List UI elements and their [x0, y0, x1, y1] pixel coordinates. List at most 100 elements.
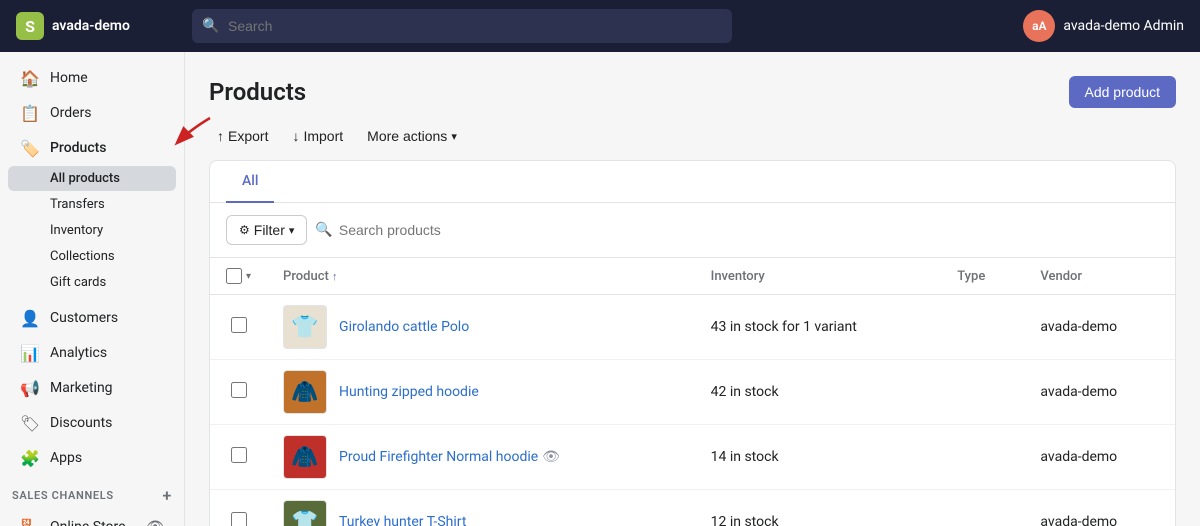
product-cell: 👕 Girolando cattle Polo — [267, 295, 695, 360]
search-area: 🔍 — [192, 9, 732, 43]
type-cell — [941, 490, 1024, 526]
type-cell — [941, 360, 1024, 425]
avatar[interactable]: aA — [1023, 10, 1055, 42]
product-thumbnail: 👕 — [283, 500, 327, 526]
product-thumbnail: 👕 — [283, 305, 327, 349]
row-checkbox[interactable] — [231, 382, 247, 398]
analytics-icon: 📊 — [20, 343, 40, 363]
sidebar-item-analytics-label: Analytics — [50, 345, 107, 361]
chevron-down-icon: ▾ — [451, 130, 457, 143]
more-actions-button[interactable]: More actions ▾ — [359, 124, 465, 148]
sidebar-item-gift-cards[interactable]: Gift cards — [8, 270, 176, 295]
row-checkbox[interactable] — [231, 447, 247, 463]
sidebar-item-orders[interactable]: 📋 Orders — [8, 96, 176, 130]
sidebar-item-all-products[interactable]: All products — [8, 166, 176, 191]
search-products-icon: 🔍 — [315, 222, 332, 238]
products-table: ▾ Product ↑ Inventory Type — [210, 258, 1175, 526]
export-button[interactable]: ↑ Export — [209, 124, 276, 148]
main-content: Products Add product ↑ Export ↓ Import M… — [185, 52, 1200, 526]
table-row: 🧥Hunting zipped hoodie42 in stockavada-d… — [210, 360, 1175, 425]
sidebar-item-products-label: Products — [50, 140, 107, 156]
tabs-row: All — [210, 161, 1175, 203]
add-product-button[interactable]: Add product — [1069, 76, 1177, 108]
gift-cards-label: Gift cards — [50, 275, 106, 290]
sidebar-item-apps-label: Apps — [50, 450, 82, 466]
search-products-wrapper: 🔍 — [315, 218, 1159, 242]
sidebar-item-discounts-label: Discounts — [50, 415, 112, 431]
row-checkbox[interactable] — [231, 317, 247, 333]
transfers-label: Transfers — [50, 197, 105, 212]
sidebar-item-products[interactable]: 🏷️ Products — [8, 131, 176, 165]
marketing-icon: 📢 — [20, 378, 40, 398]
table-header-type[interactable]: Type — [941, 258, 1024, 295]
sidebar-item-customers[interactable]: 👤 Customers — [8, 301, 176, 335]
global-search-input[interactable] — [192, 9, 732, 43]
action-bar: ↑ Export ↓ Import More actions ▾ — [209, 124, 1176, 148]
row-checkbox-cell — [210, 425, 267, 490]
sidebar-item-collections[interactable]: Collections — [8, 244, 176, 269]
inventory-label: Inventory — [50, 223, 103, 238]
sidebar-item-home[interactable]: 🏠 Home — [8, 61, 176, 95]
online-store-icon: 🏪 — [20, 517, 40, 526]
sidebar-item-discounts[interactable]: 🏷 Discounts — [8, 406, 176, 440]
table-row: 👕Girolando cattle Polo43 in stock for 1 … — [210, 295, 1175, 360]
row-checkbox[interactable] — [231, 512, 247, 526]
sidebar-item-apps[interactable]: 🧩 Apps — [8, 441, 176, 475]
store-name: avada-demo — [52, 18, 130, 34]
select-all-checkbox[interactable] — [226, 268, 242, 284]
tab-all[interactable]: All — [226, 161, 274, 203]
all-products-label: All products — [50, 171, 120, 186]
visibility-icon: 👁 — [542, 449, 560, 465]
sidebar-item-analytics[interactable]: 📊 Analytics — [8, 336, 176, 370]
discounts-icon: 🏷 — [20, 413, 40, 433]
sidebar-item-online-store[interactable]: 🏪 Online Store 👁 — [8, 510, 176, 526]
store-logo[interactable]: S avada-demo — [16, 12, 176, 40]
product-name-link[interactable]: Proud Firefighter Normal hoodie — [339, 449, 538, 465]
admin-name-label: avada-demo Admin — [1063, 18, 1184, 34]
filter-button[interactable]: ⚙ Filter ▾ — [226, 215, 307, 245]
product-name-link[interactable]: Girolando cattle Polo — [339, 319, 469, 335]
orders-icon: 📋 — [20, 103, 40, 123]
checkbox-dropdown-icon[interactable]: ▾ — [246, 271, 251, 282]
online-store-label: Online Store — [50, 519, 126, 526]
product-name-link[interactable]: Hunting zipped hoodie — [339, 384, 479, 400]
search-products-input[interactable] — [339, 218, 1159, 242]
online-store-settings-icon[interactable]: 👁 — [146, 519, 164, 526]
product-thumbnail: 🧥 — [283, 370, 327, 414]
sidebar-item-transfers[interactable]: Transfers — [8, 192, 176, 217]
export-icon: ↑ — [217, 128, 224, 144]
product-name-link[interactable]: Turkey hunter T-Shirt — [339, 514, 466, 526]
customers-icon: 👤 — [20, 308, 40, 328]
sidebar-item-home-label: Home — [50, 70, 88, 86]
inventory-cell: 12 in stock — [695, 490, 942, 526]
home-icon: 🏠 — [20, 68, 40, 88]
sidebar: 🏠 Home 📋 Orders 🏷️ Products All products… — [0, 52, 185, 526]
import-button[interactable]: ↓ Import — [284, 124, 351, 148]
row-checkbox-cell — [210, 295, 267, 360]
top-nav: S avada-demo 🔍 aA avada-demo Admin — [0, 0, 1200, 52]
row-checkbox-cell — [210, 490, 267, 526]
top-nav-right: aA avada-demo Admin — [1023, 10, 1184, 42]
filter-chevron-icon: ▾ — [289, 224, 295, 237]
sidebar-item-customers-label: Customers — [50, 310, 118, 326]
sidebar-item-marketing-label: Marketing — [50, 380, 113, 396]
products-card: All ⚙ Filter ▾ 🔍 — [209, 160, 1176, 526]
sidebar-item-marketing[interactable]: 📢 Marketing — [8, 371, 176, 405]
filter-icon: ⚙ — [239, 223, 250, 237]
table-header-product[interactable]: Product ↑ — [267, 258, 695, 295]
filter-search-row: ⚙ Filter ▾ 🔍 — [210, 203, 1175, 258]
table-header-vendor[interactable]: Vendor — [1024, 258, 1175, 295]
type-cell — [941, 425, 1024, 490]
import-icon: ↓ — [292, 128, 299, 144]
products-submenu: All products Transfers Inventory Collect… — [0, 166, 184, 300]
add-sales-channel-icon[interactable]: + — [163, 486, 172, 505]
table-header-inventory[interactable]: Inventory — [695, 258, 942, 295]
product-cell: 🧥 Proud Firefighter Normal hoodie👁 — [267, 425, 695, 490]
vendor-cell: avada-demo — [1024, 425, 1175, 490]
sort-icon: ↑ — [332, 270, 338, 283]
table-header-checkbox: ▾ — [210, 258, 267, 295]
shopify-icon: S — [16, 12, 44, 40]
sidebar-item-orders-label: Orders — [50, 105, 92, 121]
product-thumbnail: 🧥 — [283, 435, 327, 479]
sidebar-item-inventory[interactable]: Inventory — [8, 218, 176, 243]
